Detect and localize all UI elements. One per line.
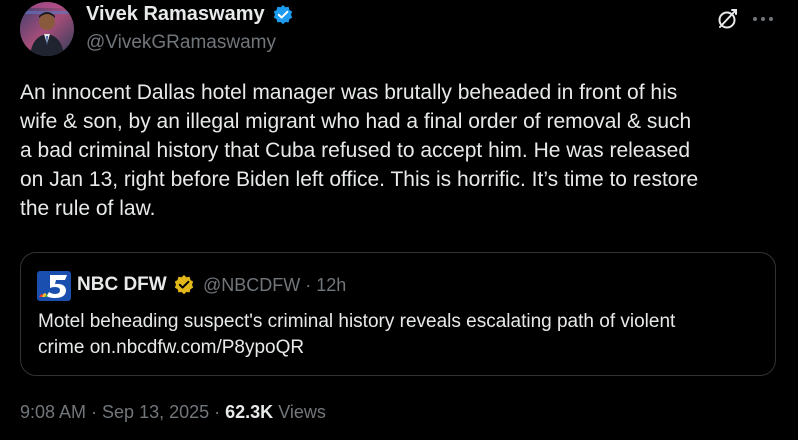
views-count: 62.3K xyxy=(225,402,274,422)
tweet-text-line: the rule of law. xyxy=(20,197,156,220)
quote-author-handle[interactable]: @NBCDFW · 12h xyxy=(203,275,346,296)
verified-badge-icon xyxy=(273,5,293,25)
avatar[interactable] xyxy=(20,2,74,56)
grok-icon xyxy=(718,9,737,29)
quote-text-line: Motel beheading suspect's criminal histo… xyxy=(38,311,676,332)
more-button[interactable] xyxy=(750,6,776,32)
quote-text: Motel beheading suspect's criminal histo… xyxy=(38,309,758,361)
author-handle[interactable]: @VivekGRamaswamy xyxy=(86,32,276,54)
gold-verified-badge-icon xyxy=(174,275,194,295)
author-name[interactable]: Vivek Ramaswamy xyxy=(86,3,265,26)
quote-tweet-card[interactable]: NBC DFW @NBCDFW · 12h Motel beheading su… xyxy=(20,252,776,376)
tweet-text: An innocent Dallas hotel manager was bru… xyxy=(20,78,780,223)
quote-author-name[interactable]: NBC DFW xyxy=(77,274,167,296)
nbc-5-logo-icon xyxy=(37,271,71,301)
tweet-text-line: a bad criminal history that Cuba refused… xyxy=(20,139,691,162)
grok-button[interactable] xyxy=(715,6,741,32)
tweet-meta: 9:08 AM · Sep 13, 2025 · 62.3K Views xyxy=(20,402,326,423)
timestamp[interactable]: 9:08 AM · Sep 13, 2025 · xyxy=(20,402,225,422)
avatar-image xyxy=(20,2,74,56)
tweet-text-line: wife & son, by an illegal migrant who ha… xyxy=(20,110,692,133)
more-dots-icon xyxy=(753,17,773,21)
tweet: Vivek Ramaswamy @VivekGRamaswamy An inno… xyxy=(0,0,798,440)
tweet-text-line: on Jan 13, right before Biden left offic… xyxy=(20,168,699,191)
quote-text-line: crime on.nbcdfw.com/P8ypoQR xyxy=(38,337,305,358)
views-label: Views xyxy=(273,402,326,422)
tweet-text-line: An innocent Dallas hotel manager was bru… xyxy=(20,81,678,104)
